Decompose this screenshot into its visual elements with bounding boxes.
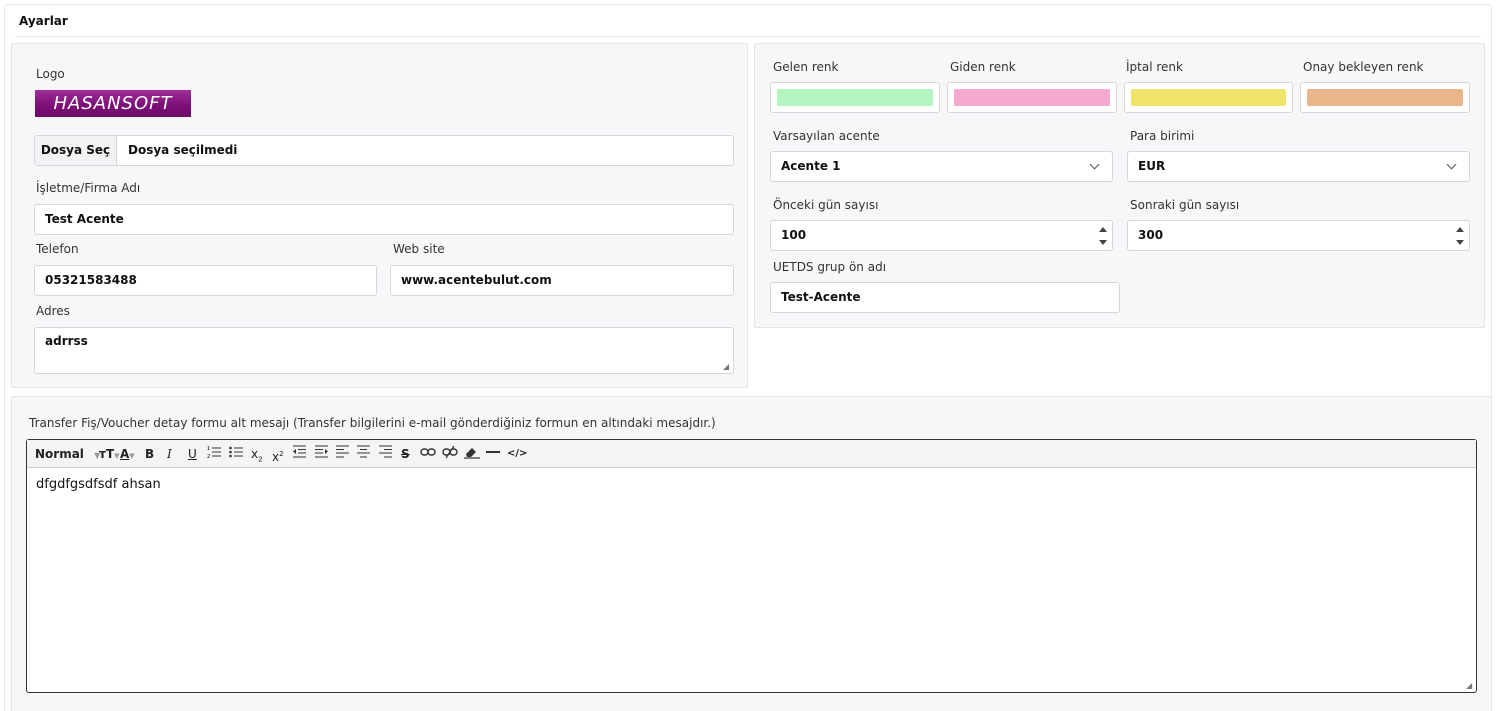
outgoing-color-label: Giden renk	[950, 60, 1016, 74]
horizontal-rule-icon[interactable]	[486, 445, 500, 463]
strikethrough-icon[interactable]: S	[401, 445, 410, 463]
pending-color-swatch	[1307, 89, 1463, 106]
cancel-color-label: İptal renk	[1126, 60, 1183, 74]
resize-grip-icon[interactable]: ◢	[1466, 682, 1474, 690]
file-status-text: Dosya seçilmedi	[128, 143, 238, 157]
cancel-color-picker[interactable]	[1124, 82, 1293, 113]
align-right-icon[interactable]	[379, 445, 392, 463]
company-logo: HASANSOFT	[35, 90, 191, 117]
prev-days-label: Önceki gün sayısı	[773, 198, 879, 212]
default-agency-value: Acente 1	[781, 159, 841, 173]
svg-text:1: 1	[207, 446, 210, 452]
company-info-panel: Logo HASANSOFT Dosya Seç Dosya seçilmedi…	[11, 43, 748, 388]
rich-text-editor: Normal ▼ тT▼ A▼ B I U 12 x2 x2 S </> dfg…	[26, 439, 1477, 693]
outgoing-color-picker[interactable]	[947, 82, 1117, 113]
website-field[interactable]: www.acentebulut.com	[390, 265, 734, 296]
next-days-label: Sonraki gün sayısı	[1130, 198, 1240, 212]
italic-icon[interactable]: I	[167, 445, 172, 463]
page-title: Ayarlar	[19, 14, 68, 28]
phone-field[interactable]: 05321583488	[34, 265, 377, 296]
currency-value: EUR	[1138, 159, 1166, 173]
pending-color-label: Onay bekleyen renk	[1303, 60, 1424, 74]
address-value: adrrss	[45, 334, 88, 348]
bullet-list-icon[interactable]	[229, 445, 243, 463]
voucher-message-panel: Transfer Fiş/Voucher detay formu alt mes…	[11, 396, 1492, 711]
prev-days-value: 100	[781, 228, 807, 242]
ordered-list-icon[interactable]: 12	[207, 445, 221, 463]
voucher-message-label: Transfer Fiş/Voucher detay formu alt mes…	[29, 416, 716, 430]
default-agency-label: Varsayılan acente	[773, 129, 880, 143]
incoming-color-swatch	[777, 89, 933, 106]
align-center-icon[interactable]	[357, 445, 370, 463]
number-spinner-icon[interactable]	[1455, 224, 1465, 247]
superscript-icon[interactable]: x2	[272, 445, 284, 464]
incoming-color-label: Gelen renk	[773, 60, 839, 74]
header-divider	[15, 36, 1481, 37]
outdent-icon[interactable]	[293, 445, 306, 463]
uetds-label: UETDS grup ön adı	[773, 260, 887, 274]
indent-icon[interactable]	[315, 445, 328, 463]
format-select[interactable]: Normal ▼	[35, 445, 100, 463]
address-label: Adres	[36, 304, 70, 318]
website-label: Web site	[393, 242, 445, 256]
uetds-field[interactable]: Test-Acente	[770, 282, 1120, 313]
choose-file-button[interactable]: Dosya Seç	[35, 136, 117, 165]
resize-grip-icon[interactable]: ◢	[723, 363, 731, 371]
clear-format-icon[interactable]	[464, 445, 480, 463]
cancel-color-swatch	[1131, 89, 1286, 106]
next-days-field[interactable]: 300	[1127, 220, 1470, 251]
currency-select[interactable]: EUR	[1127, 151, 1470, 182]
currency-label: Para birimi	[1130, 129, 1195, 143]
chevron-down-icon	[1446, 159, 1457, 170]
unlink-icon[interactable]	[442, 445, 458, 463]
phone-label: Telefon	[36, 242, 79, 256]
company-name-label: İşletme/Firma Adı	[36, 181, 141, 195]
logo-file-input[interactable]: Dosya Seç Dosya seçilmedi	[34, 135, 734, 166]
svg-text:2: 2	[207, 454, 210, 459]
logo-label: Logo	[36, 67, 65, 81]
prev-days-field[interactable]: 100	[770, 220, 1113, 251]
code-view-icon[interactable]: </>	[507, 445, 527, 463]
preferences-panel: Gelen renk Giden renk İptal renk Onay be…	[754, 43, 1485, 328]
underline-icon[interactable]: U	[188, 445, 197, 463]
subscript-icon[interactable]: x2	[251, 445, 263, 463]
number-spinner-icon[interactable]	[1098, 224, 1108, 247]
text-color-icon[interactable]: A▼	[120, 445, 135, 463]
outgoing-color-swatch	[954, 89, 1110, 106]
pending-color-picker[interactable]	[1300, 82, 1470, 113]
font-size-icon[interactable]: тT▼	[99, 445, 120, 463]
default-agency-select[interactable]: Acente 1	[770, 151, 1113, 182]
next-days-value: 300	[1138, 228, 1164, 242]
editor-content[interactable]: dfgdfgsdfsdf ahsan	[36, 477, 161, 492]
align-left-icon[interactable]	[336, 445, 349, 463]
link-icon[interactable]	[420, 445, 436, 463]
incoming-color-picker[interactable]	[770, 82, 940, 113]
editor-toolbar: Normal ▼ тT▼ A▼ B I U 12 x2 x2 S </>	[27, 440, 1476, 468]
format-select-value: Normal	[35, 447, 84, 461]
company-name-field[interactable]: Test Acente	[34, 204, 734, 235]
chevron-down-icon	[1089, 159, 1100, 170]
address-field[interactable]: adrrss ◢	[34, 327, 734, 374]
bold-icon[interactable]: B	[145, 445, 154, 463]
